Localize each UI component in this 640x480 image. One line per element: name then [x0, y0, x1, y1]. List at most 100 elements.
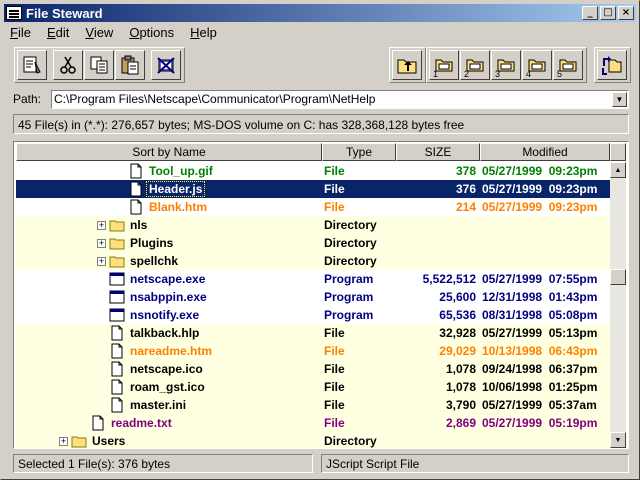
- file-size: 29,029: [439, 344, 476, 358]
- file-type: File: [324, 182, 345, 196]
- file-row[interactable]: Header.js File 376 05/27/1999 09:23pm: [16, 180, 610, 198]
- menu-view[interactable]: View: [79, 25, 119, 40]
- minimize-button[interactable]: _: [582, 6, 598, 20]
- file-name: master.ini: [130, 398, 187, 412]
- expand-icon[interactable]: +: [97, 220, 106, 230]
- expand-icon[interactable]: +: [97, 238, 106, 248]
- window-title: File Steward: [26, 5, 103, 21]
- arrow-up-icon: ▲: [614, 166, 622, 174]
- copy-button[interactable]: [84, 50, 114, 80]
- column-header-modified[interactable]: Modified: [480, 143, 610, 161]
- file-size: 3,790: [445, 398, 476, 412]
- path-dropdown-button[interactable]: ▼: [612, 91, 627, 107]
- file-name-cell: + nls: [16, 216, 322, 234]
- toolbar: 1 2 3 4 5: [4, 43, 636, 87]
- cut-button[interactable]: [53, 50, 83, 80]
- file-row[interactable]: Blank.htm File 214 05/27/1999 09:23pm: [16, 198, 610, 216]
- file-row[interactable]: netscape.ico File 1,078 09/24/1998 06:37pm: [16, 360, 610, 378]
- menu-help[interactable]: Help: [184, 25, 223, 40]
- file-icon: [128, 199, 147, 215]
- file-row[interactable]: + Plugins Directory: [16, 234, 610, 252]
- swap-panes-button[interactable]: [597, 50, 627, 80]
- file-icon: [109, 343, 128, 359]
- file-type: Program: [324, 272, 374, 286]
- file-list[interactable]: Sort by Name Type SIZE Modified Tool_up.…: [13, 141, 629, 449]
- file-icon: [109, 379, 128, 395]
- file-name-cell: Blank.htm: [16, 198, 322, 216]
- title-bar[interactable]: File Steward _ □ ×: [4, 4, 636, 22]
- file-name: Plugins: [130, 236, 174, 250]
- path-combobox[interactable]: C:\Program Files\Netscape\Communicator\P…: [51, 89, 629, 109]
- file-icon: [90, 415, 109, 431]
- scroll-down-button[interactable]: ▼: [610, 432, 626, 448]
- maximize-button[interactable]: □: [600, 6, 616, 20]
- delete-button[interactable]: [151, 50, 181, 80]
- file-modified: 10/13/1998 06:43pm: [482, 344, 598, 358]
- file-modified: 12/31/1998 01:43pm: [482, 290, 598, 304]
- file-row[interactable]: readme.txt File 2,869 05/27/1999 05:19pm: [16, 414, 610, 432]
- file-row[interactable]: talkback.hlp File 32,928 05/27/1999 05:13pm: [16, 324, 610, 342]
- menu-edit[interactable]: Edit: [41, 25, 75, 40]
- favorite-folder-3-button[interactable]: 3: [491, 50, 521, 80]
- file-name: readme.txt: [111, 416, 172, 430]
- file-row[interactable]: master.ini File 3,790 05/27/1999 05:37am: [16, 396, 610, 414]
- file-name-cell: roam_gst.ico: [16, 378, 322, 396]
- path-value[interactable]: C:\Program Files\Netscape\Communicator\P…: [54, 92, 375, 106]
- expand-icon[interactable]: +: [59, 436, 68, 446]
- menu-options[interactable]: Options: [123, 25, 180, 40]
- file-type: File: [324, 326, 345, 340]
- delete-icon: [157, 57, 175, 74]
- file-type: File: [324, 344, 345, 358]
- file-row[interactable]: + nls Directory: [16, 216, 610, 234]
- favorite-folder-5-button[interactable]: 5: [553, 50, 583, 80]
- file-row[interactable]: nsnotify.exe Program 65,536 08/31/1998 05:0…: [16, 306, 610, 324]
- file-icon: [109, 397, 128, 413]
- file-name-cell: nareadme.htm: [16, 342, 322, 360]
- menu-accelerator: O: [129, 25, 140, 40]
- file-row[interactable]: + Users Directory: [16, 432, 610, 448]
- scroll-up-button[interactable]: ▲: [610, 162, 626, 178]
- column-header-spacer: [610, 143, 626, 161]
- properties-button[interactable]: [17, 50, 47, 80]
- favorite-folder-1-button[interactable]: 1: [429, 50, 459, 80]
- file-type: File: [324, 200, 345, 214]
- program-icon: [109, 307, 128, 323]
- folder-icon: [71, 433, 90, 448]
- file-modified: 09/24/1998 06:37pm: [482, 362, 598, 376]
- folder-icon: [109, 235, 128, 251]
- favorite-folder-4-button[interactable]: 4: [522, 50, 552, 80]
- file-row[interactable]: Tool_up.gif File 378 05/27/1999 09:23pm: [16, 162, 610, 180]
- menu-bar: File Edit View Options Help: [4, 23, 227, 42]
- favorite-folder-2-button[interactable]: 2: [460, 50, 490, 80]
- file-name-cell: nsabppin.exe: [16, 288, 322, 306]
- file-row[interactable]: netscape.exe Program 5,522,512 05/27/1999 0…: [16, 270, 610, 288]
- vertical-scrollbar[interactable]: ▲ ▼: [610, 162, 626, 448]
- file-modified: 05/27/1999 05:19pm: [482, 416, 598, 430]
- directory-info: 45 File(s) in (*.*): 276,657 bytes; MS-D…: [13, 114, 629, 134]
- menu-file[interactable]: File: [4, 25, 37, 40]
- expand-icon[interactable]: +: [97, 256, 106, 266]
- file-row[interactable]: nsabppin.exe Program 25,600 12/31/1998 01:4…: [16, 288, 610, 306]
- file-type: Directory: [324, 254, 377, 268]
- file-modified: 05/27/1999 05:37am: [482, 398, 597, 412]
- close-button[interactable]: ×: [618, 6, 634, 20]
- file-row[interactable]: nareadme.htm File 29,029 10/13/1998 06:43pm: [16, 342, 610, 360]
- paste-button[interactable]: [115, 50, 145, 80]
- file-name: Tool_up.gif: [149, 164, 213, 178]
- column-header-type[interactable]: Type: [322, 143, 396, 161]
- up-folder-button[interactable]: [392, 50, 422, 80]
- file-row[interactable]: roam_gst.ico File 1,078 10/06/1998 01:25pm: [16, 378, 610, 396]
- favorites-toolbar-group: 1 2 3 4 5: [426, 47, 587, 83]
- column-header-size[interactable]: SIZE: [396, 143, 480, 161]
- file-steward-window: File Steward _ □ × File Edit View Options He…: [0, 0, 640, 480]
- column-header-name[interactable]: Sort by Name: [16, 143, 322, 161]
- file-name: nls: [130, 218, 148, 232]
- file-row[interactable]: + spellchk Directory: [16, 252, 610, 270]
- file-size: 2,869: [445, 416, 476, 430]
- menu-accelerator: E: [46, 25, 56, 40]
- properties-icon: [23, 56, 41, 74]
- copy-icon: [90, 56, 108, 74]
- file-type: File: [324, 362, 345, 376]
- scroll-thumb[interactable]: [610, 269, 626, 285]
- file-modified: 08/31/1998 05:08pm: [482, 308, 598, 322]
